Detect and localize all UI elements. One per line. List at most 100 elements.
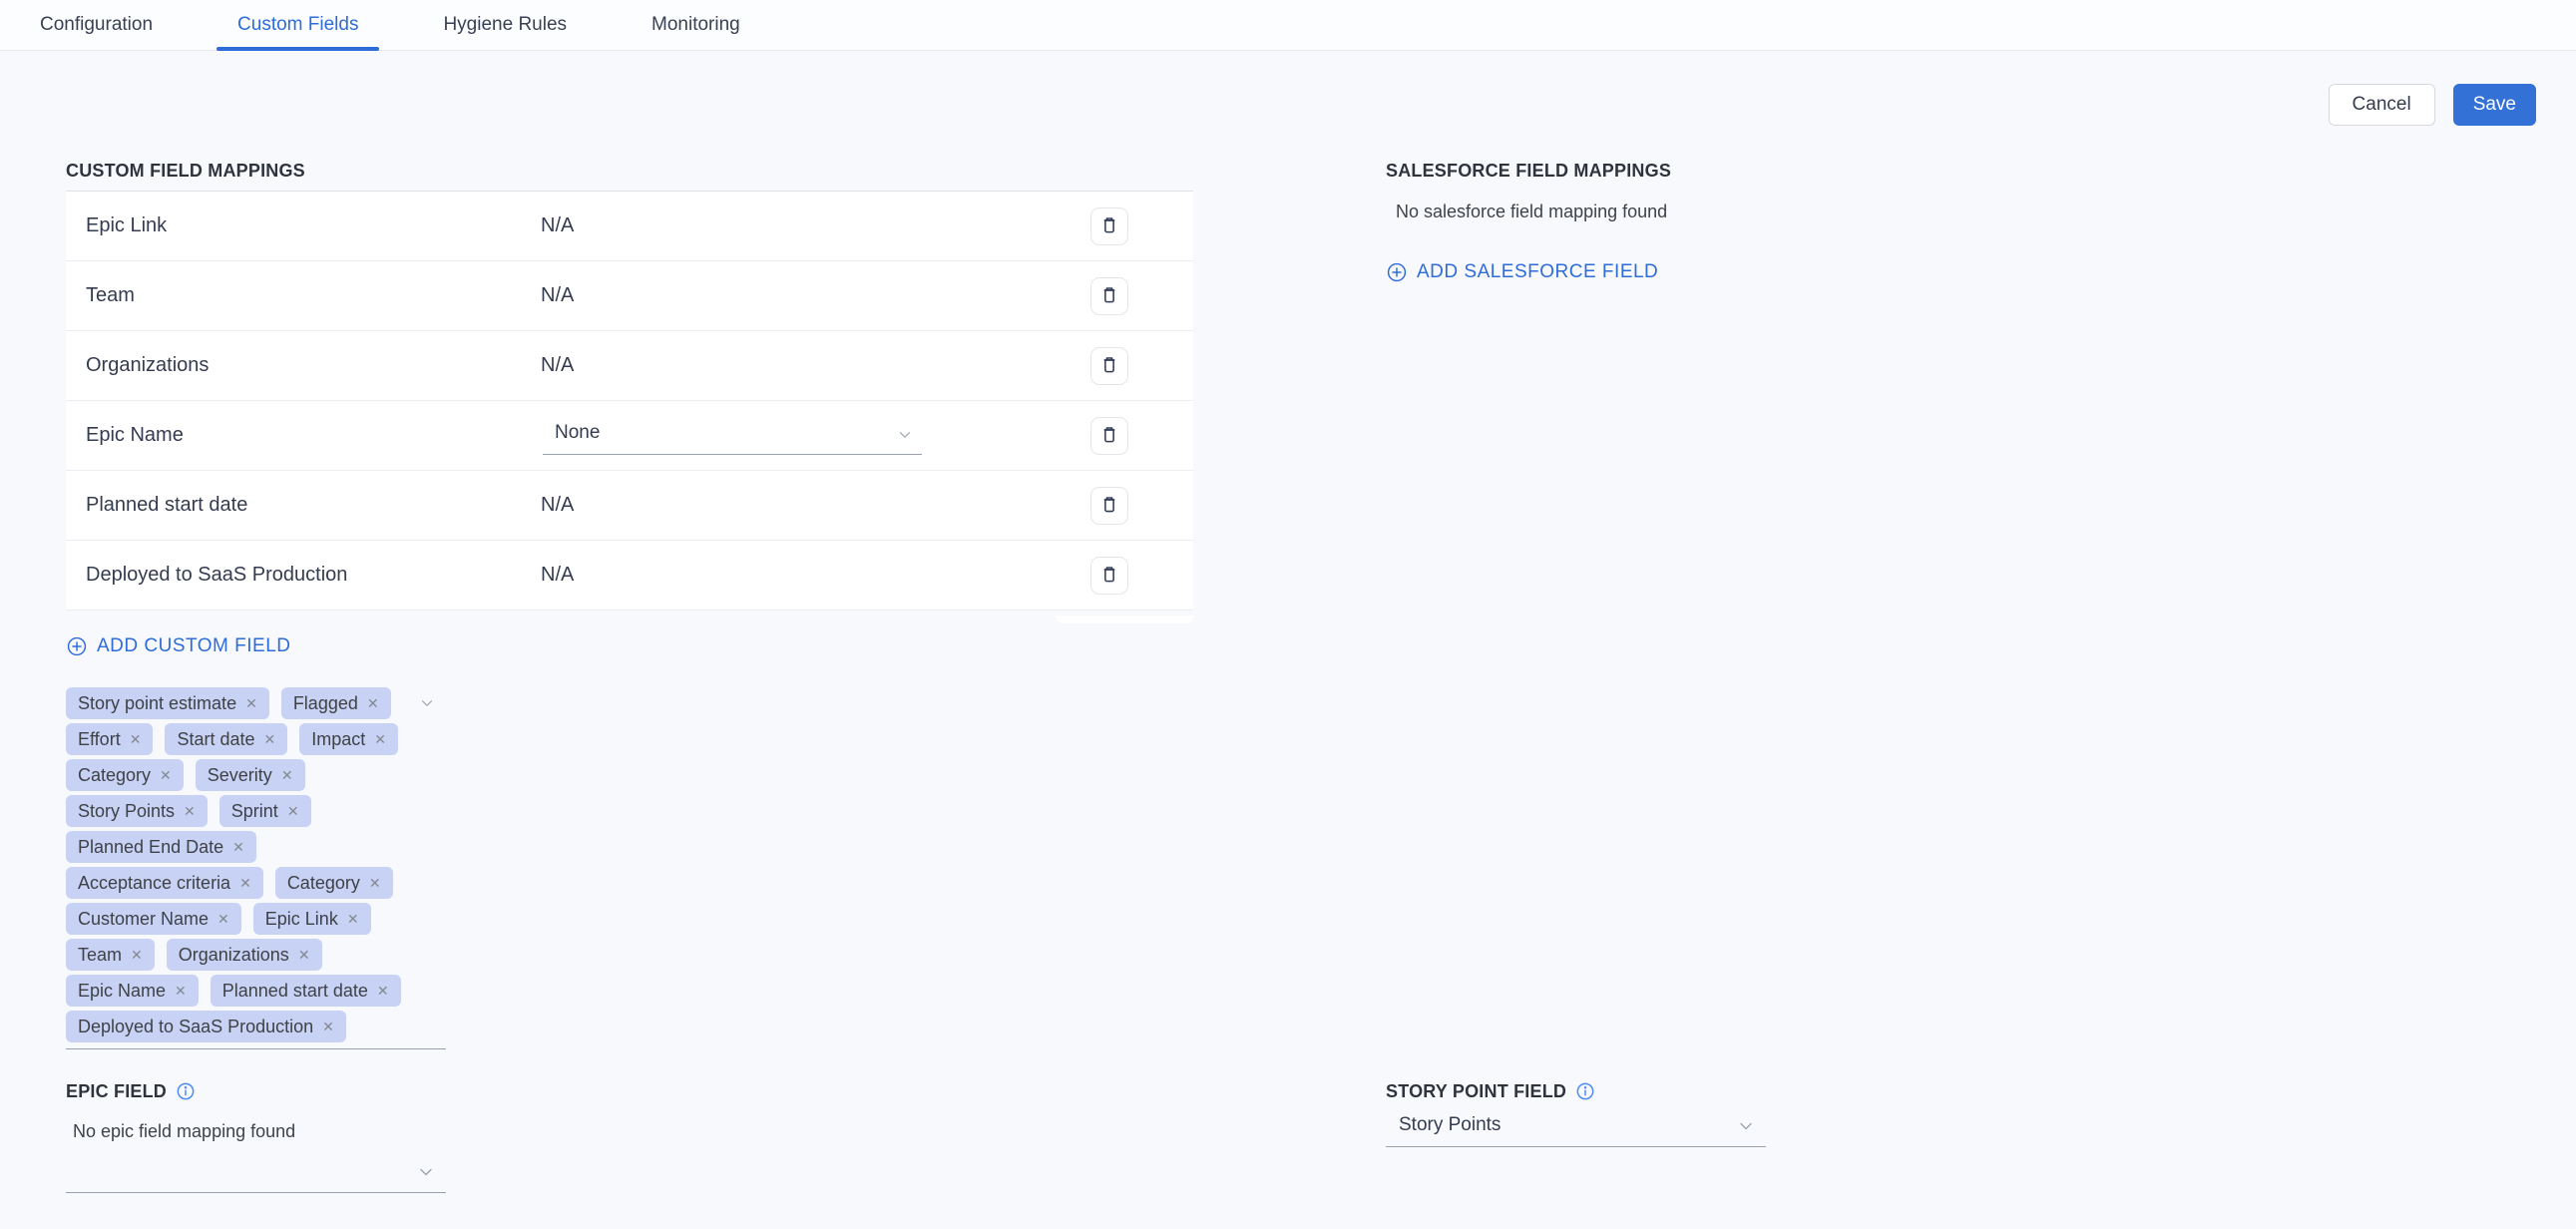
epic-field-title: EPIC FIELD	[66, 1080, 167, 1102]
remove-chip-icon[interactable]: ✕	[245, 696, 257, 710]
chip-organizations[interactable]: Organizations✕	[167, 939, 322, 971]
remove-chip-icon[interactable]: ✕	[298, 948, 310, 962]
remove-chip-icon[interactable]: ✕	[232, 840, 244, 854]
remove-chip-icon[interactable]: ✕	[367, 696, 379, 710]
save-button[interactable]: Save	[2453, 84, 2536, 126]
plus-circle-icon	[1386, 261, 1408, 283]
chip-planned-end-date[interactable]: Planned End Date✕	[66, 831, 256, 863]
tab-bar: Configuration Custom Fields Hygiene Rules M…	[0, 0, 2576, 51]
chip-row: Acceptance criteria✕ Category ✕	[66, 867, 446, 899]
tab-configuration[interactable]: Configuration	[19, 0, 174, 50]
remove-chip-icon[interactable]: ✕	[184, 804, 196, 818]
custom-field-multiselect[interactable]: Story point estimate✕Flagged✕Effort✕Star…	[66, 687, 446, 1049]
chip-effort[interactable]: Effort ✕	[66, 723, 153, 755]
tab-custom-fields[interactable]: Custom Fields	[216, 0, 379, 50]
chevron-down-icon	[896, 426, 914, 444]
trash-icon	[1098, 565, 1120, 587]
trash-icon	[1098, 285, 1120, 307]
delete-mapping-button[interactable]	[1090, 487, 1128, 525]
add-custom-field-label: ADD CUSTOM FIELD	[97, 634, 291, 658]
chevron-down-icon[interactable]	[418, 694, 436, 712]
field-label: Team	[86, 284, 135, 307]
field-label: Deployed to SaaS Production	[86, 564, 347, 587]
chip-row: Deployed to SaaS Production ✕	[66, 1011, 446, 1042]
salesforce-field-mappings-section: SALESFORCE FIELD MAPPINGS No salesforce …	[1386, 160, 2024, 284]
chip-customer-name[interactable]: Customer Name✕	[66, 903, 241, 935]
remove-chip-icon[interactable]: ✕	[374, 732, 386, 746]
chip-sprint[interactable]: Sprint ✕	[219, 795, 311, 827]
chip-category[interactable]: Category✕	[66, 759, 184, 791]
add-salesforce-field-button[interactable]: ADD SALESFORCE FIELD	[1386, 260, 1658, 284]
remove-chip-icon[interactable]: ✕	[287, 804, 299, 818]
epic-field-section: EPIC FIELD No epic field mapping found	[66, 1080, 446, 1193]
chip-category[interactable]: Category ✕	[275, 867, 393, 899]
chip-row: Story point estimate✕ Flagged✕	[66, 687, 446, 719]
delete-mapping-button[interactable]	[1090, 347, 1128, 385]
remove-chip-icon[interactable]: ✕	[263, 732, 275, 746]
chevron-down-icon	[1736, 1116, 1756, 1136]
remove-chip-icon[interactable]: ✕	[217, 912, 229, 926]
custom-field-mappings-table: Epic LinkN/ATeamN/AOrganizationsN/AEpic …	[66, 192, 1193, 611]
chip-severity[interactable]: Severity✕	[196, 759, 305, 791]
field-value: N/A	[541, 354, 574, 377]
chip-row: Planned End Date✕	[66, 831, 446, 863]
delete-mapping-button[interactable]	[1090, 277, 1128, 315]
field-label: Epic Link	[86, 214, 167, 237]
remove-chip-icon[interactable]: ✕	[322, 1020, 334, 1033]
chip-row: Category✕ Severity✕	[66, 759, 446, 791]
story-point-field-select[interactable]: Story Points	[1386, 1103, 1766, 1147]
plus-circle-icon	[66, 635, 88, 657]
remove-chip-icon[interactable]: ✕	[160, 768, 172, 782]
remove-chip-icon[interactable]: ✕	[281, 768, 293, 782]
cancel-button[interactable]: Cancel	[2329, 84, 2435, 126]
trash-icon	[1098, 355, 1120, 377]
remove-chip-icon[interactable]: ✕	[369, 876, 381, 890]
custom-field-mappings-title: CUSTOM FIELD MAPPINGS	[66, 160, 1193, 182]
chip-row: Story Points✕ Sprint ✕	[66, 795, 446, 827]
chip-epic-link[interactable]: Epic Link✕	[253, 903, 371, 935]
chip-label: Deployed to SaaS Production	[78, 1017, 313, 1037]
add-custom-field-button[interactable]: ADD CUSTOM FIELD	[66, 634, 291, 658]
story-point-select-value: Story Points	[1399, 1103, 1501, 1147]
salesforce-empty-message: No salesforce field mapping found	[1396, 203, 2024, 220]
chip-start-date[interactable]: Start date✕	[165, 723, 287, 755]
epic-field-select[interactable]	[66, 1149, 446, 1193]
trash-icon	[1098, 215, 1120, 237]
chip-impact[interactable]: Impact✕	[299, 723, 398, 755]
remove-chip-icon[interactable]: ✕	[130, 732, 142, 746]
chip-epic-name[interactable]: Epic Name ✕	[66, 975, 199, 1007]
chip-label: Category	[287, 873, 360, 894]
chip-row: Team✕ Organizations✕	[66, 939, 446, 971]
chip-flagged[interactable]: Flagged✕	[281, 687, 391, 719]
field-label: Epic Name	[86, 424, 184, 447]
chip-story-points[interactable]: Story Points✕	[66, 795, 208, 827]
story-point-field-section: STORY POINT FIELD Story Points	[1386, 1080, 1766, 1147]
chip-row: Customer Name✕ Epic Link✕	[66, 903, 446, 935]
field-value: N/A	[541, 494, 574, 517]
remove-chip-icon[interactable]: ✕	[377, 984, 389, 998]
info-icon[interactable]	[1575, 1081, 1595, 1101]
remove-chip-icon[interactable]: ✕	[347, 912, 359, 926]
remove-chip-icon[interactable]: ✕	[175, 984, 187, 998]
chip-planned-start-date[interactable]: Planned start date✕	[211, 975, 401, 1007]
remove-chip-icon[interactable]: ✕	[131, 948, 143, 962]
delete-mapping-button[interactable]	[1090, 557, 1128, 595]
chip-team[interactable]: Team✕	[66, 939, 155, 971]
tab-monitoring[interactable]: Monitoring	[631, 0, 761, 50]
delete-mapping-button[interactable]	[1090, 417, 1128, 455]
remove-chip-icon[interactable]: ✕	[239, 876, 251, 890]
chip-row: Epic Name✕Planned start date✕	[66, 975, 446, 1007]
chip-story-point-estimate[interactable]: Story point estimate✕	[66, 687, 269, 719]
table-row-epic-name: Epic Name None	[66, 401, 1193, 471]
table-row-deployed-to-saas-production: Deployed to SaaS ProductionN/A	[66, 541, 1193, 611]
chip-deployed-to-saas-production[interactable]: Deployed to SaaS Production ✕	[66, 1011, 346, 1042]
chip-label: Effort	[78, 729, 121, 750]
chip-label: Epic Name	[78, 981, 166, 1002]
chip-label: Sprint	[231, 801, 278, 822]
tab-hygiene-rules[interactable]: Hygiene Rules	[422, 0, 588, 50]
delete-mapping-button[interactable]	[1090, 207, 1128, 245]
field-mapping-select[interactable]: None	[543, 415, 922, 455]
info-icon[interactable]	[176, 1081, 196, 1101]
chip-row: Effort✕Start date✕Impact✕	[66, 723, 446, 755]
chip-acceptance-criteria[interactable]: Acceptance criteria✕	[66, 867, 263, 899]
